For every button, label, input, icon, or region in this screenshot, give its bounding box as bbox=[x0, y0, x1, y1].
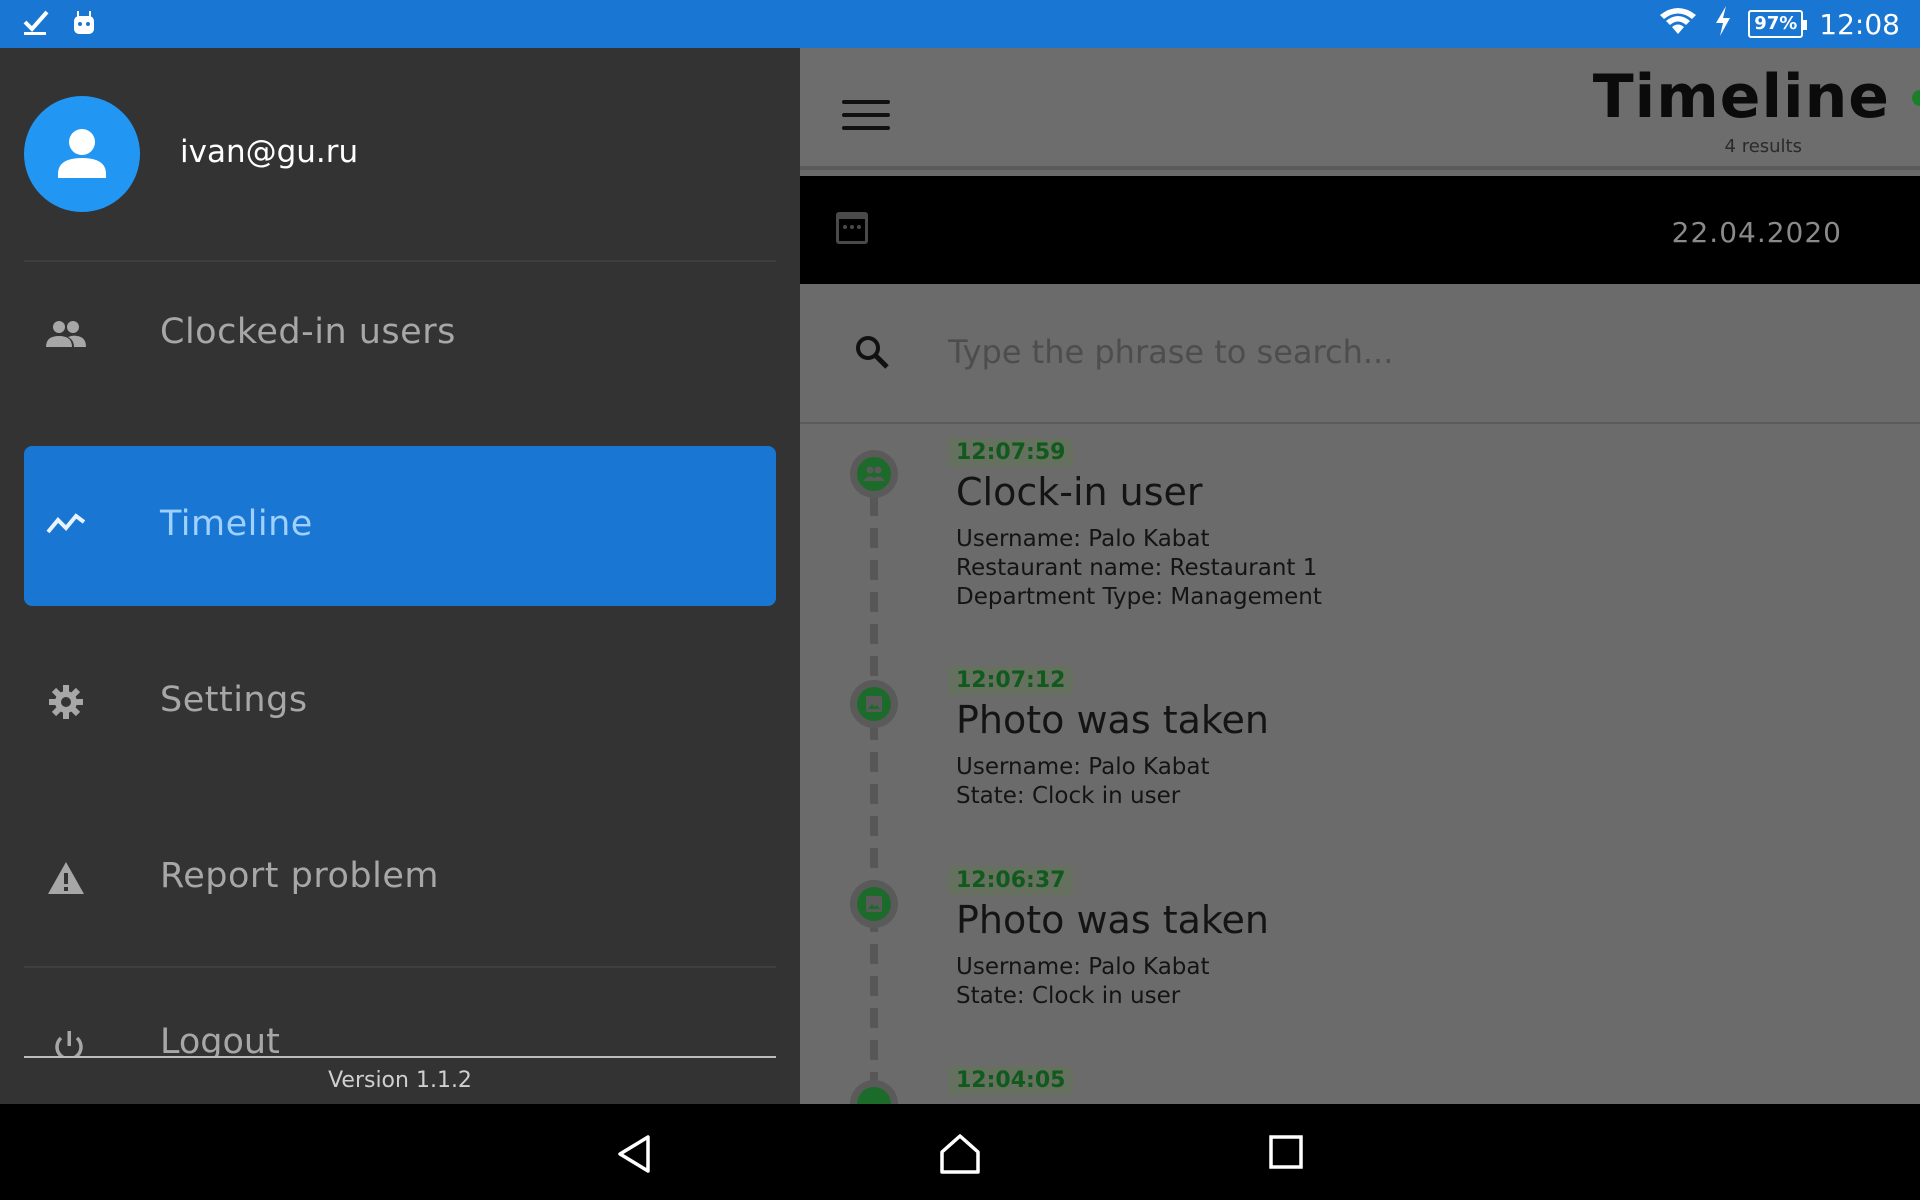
entry-detail: Restaurant name: Restaurant 1 bbox=[956, 555, 1318, 581]
nav-item-clocked-in-users[interactable]: Clocked-in users bbox=[24, 254, 776, 414]
people-icon bbox=[46, 316, 86, 352]
date-picker-bar[interactable]: 22.04.2020 bbox=[800, 176, 1920, 284]
menu-button[interactable] bbox=[842, 100, 890, 130]
entry-time: 12:07:59 bbox=[948, 438, 1074, 467]
menu-icon-bar bbox=[842, 113, 890, 117]
gear-icon bbox=[46, 684, 86, 720]
entry-detail: Username: Palo Kabat bbox=[956, 954, 1210, 980]
navigation-drawer: ivan@gu.ru Clocked-in users Timeline Set… bbox=[0, 48, 800, 1104]
person-icon bbox=[58, 129, 106, 178]
status-bar: 97% 12:08 bbox=[0, 0, 1920, 48]
image-icon bbox=[850, 680, 898, 728]
entry-detail: Username: Palo Kabat bbox=[956, 754, 1210, 780]
online-status-dot bbox=[1912, 90, 1920, 106]
divider bbox=[24, 966, 776, 968]
nav-item-settings[interactable]: Settings bbox=[24, 622, 776, 782]
android-notification-icon bbox=[70, 8, 98, 40]
image-icon bbox=[850, 880, 898, 928]
avatar[interactable] bbox=[24, 96, 140, 212]
people-icon bbox=[850, 1080, 898, 1104]
entry-detail: Username: Palo Kabat bbox=[956, 526, 1210, 552]
nav-item-label: Timeline bbox=[160, 504, 313, 544]
user-email: ivan@gu.ru bbox=[180, 134, 359, 170]
nav-item-label: Settings bbox=[160, 680, 308, 720]
nav-item-label: Report problem bbox=[160, 856, 439, 896]
divider bbox=[24, 1056, 776, 1058]
entry-time: 12:07:12 bbox=[948, 666, 1074, 695]
check-notification-icon bbox=[22, 8, 50, 40]
nav-item-timeline[interactable]: Timeline bbox=[24, 446, 776, 606]
system-navigation-bar bbox=[0, 1104, 1920, 1200]
nav-item-label: Clocked-in users bbox=[160, 312, 456, 352]
entry-title: Photo was taken bbox=[956, 898, 1270, 942]
search-input[interactable] bbox=[948, 328, 1848, 376]
entry-detail: State: Clock in user bbox=[956, 983, 1181, 1009]
entry-detail: State: Clock in user bbox=[956, 783, 1181, 809]
warning-icon bbox=[46, 860, 86, 896]
page-title: Timeline bbox=[1592, 62, 1890, 132]
nav-item-logout[interactable]: Logout bbox=[24, 988, 776, 1058]
app-version: Version 1.1.2 bbox=[328, 1068, 472, 1093]
calendar-icon[interactable] bbox=[836, 212, 868, 244]
power-icon bbox=[52, 1030, 86, 1058]
entry-title: Clock-in user bbox=[956, 470, 1203, 514]
entry-detail: Department Type: Management bbox=[956, 584, 1322, 610]
selected-date[interactable]: 22.04.2020 bbox=[1672, 216, 1842, 249]
entry-time: 12:04:05 bbox=[948, 1066, 1074, 1095]
menu-icon-bar bbox=[842, 100, 890, 104]
entry-time: 12:06:37 bbox=[948, 866, 1074, 895]
battery-icon: 97% bbox=[1748, 10, 1808, 38]
people-icon bbox=[850, 450, 898, 498]
nav-item-label: Logout bbox=[160, 1022, 280, 1058]
charging-icon bbox=[1714, 5, 1732, 43]
menu-icon-bar bbox=[842, 126, 890, 130]
search-bar bbox=[800, 284, 1920, 424]
app-header: Timeline 4 results bbox=[800, 48, 1920, 170]
back-icon[interactable] bbox=[614, 1132, 658, 1176]
nav-item-report-problem[interactable]: Report problem bbox=[24, 798, 776, 958]
timeline-list: 12:07:59 Clock-in user Username: Palo Ka… bbox=[800, 426, 1920, 1104]
wifi-icon bbox=[1658, 5, 1698, 44]
clock: 12:08 bbox=[1819, 7, 1900, 41]
search-icon bbox=[854, 334, 889, 369]
results-count: 4 results bbox=[1724, 136, 1802, 157]
trend-icon bbox=[46, 506, 86, 542]
entry-title: Photo was taken bbox=[956, 698, 1270, 742]
home-icon[interactable] bbox=[938, 1132, 982, 1176]
timeline-connector bbox=[870, 496, 878, 1104]
recents-icon[interactable] bbox=[1266, 1132, 1310, 1176]
